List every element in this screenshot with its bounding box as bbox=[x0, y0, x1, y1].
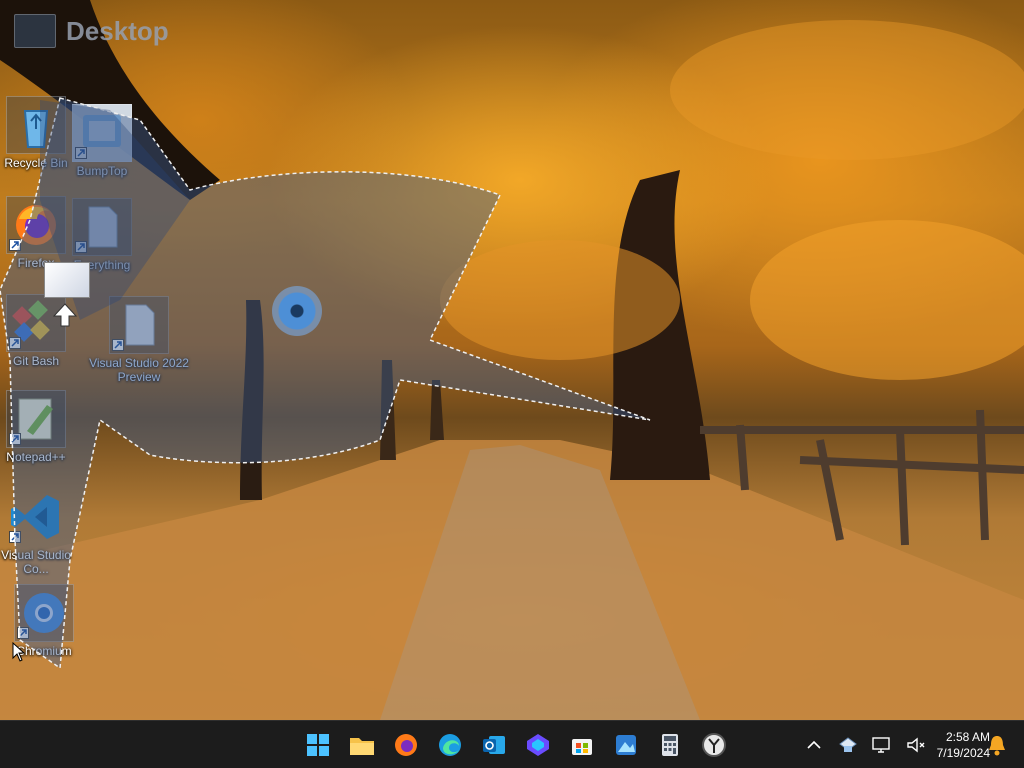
desktop-icon-recycle-bin[interactable]: Recycle Bin bbox=[0, 96, 72, 170]
copilot-icon bbox=[527, 734, 549, 756]
shortcut-arrow-icon bbox=[9, 433, 21, 445]
taskbar-copilot[interactable] bbox=[520, 727, 556, 763]
desktop-header: Desktop bbox=[14, 14, 169, 48]
taskbar-clock[interactable]: 2:58 AM 7/19/2024 bbox=[918, 729, 990, 761]
shortcut-arrow-icon bbox=[75, 241, 87, 253]
dragged-items-stack-icon bbox=[44, 262, 90, 298]
icon-label: Recycle Bin bbox=[4, 156, 68, 170]
shortcut-arrow-icon bbox=[75, 147, 87, 159]
icon-label: Visual Studio Co... bbox=[1, 548, 71, 576]
move-up-arrow-icon bbox=[52, 302, 78, 328]
store-icon bbox=[572, 739, 592, 755]
tray-app-icon[interactable] bbox=[834, 731, 862, 759]
shortcut-arrow-icon bbox=[9, 531, 21, 543]
taskbar: 2:58 AM 7/19/2024 bbox=[0, 720, 1024, 768]
show-hidden-icons-chevron-up-icon[interactable] bbox=[800, 731, 828, 759]
icon-label: Visual Studio 2022 Preview bbox=[89, 356, 189, 384]
network-icon[interactable] bbox=[868, 731, 896, 759]
shortcut-arrow-icon bbox=[9, 337, 21, 349]
notification-bell-icon[interactable] bbox=[986, 733, 1008, 757]
firefox-icon bbox=[395, 734, 417, 756]
taskbar-edge[interactable] bbox=[432, 727, 468, 763]
desktop-icon-bumptop[interactable]: BumpTop bbox=[66, 104, 138, 178]
shortcut-arrow-icon bbox=[112, 339, 124, 351]
taskbar-photos[interactable] bbox=[608, 727, 644, 763]
desktop-icon-visual-studio-code[interactable]: Visual Studio Co... bbox=[0, 488, 72, 576]
desktop-icon-notepad-plus-plus[interactable]: Notepad++ bbox=[0, 390, 72, 464]
desktop-icon-firefox[interactable]: Firefox bbox=[0, 196, 72, 270]
windows-logo-icon bbox=[307, 734, 329, 756]
lasso-drag-handle[interactable] bbox=[272, 286, 322, 336]
recycle-bin-icon bbox=[6, 96, 66, 154]
desktop-folder-icon bbox=[14, 14, 56, 48]
clock-date: 7/19/2024 bbox=[936, 746, 990, 760]
taskbar-apps bbox=[300, 727, 732, 763]
desktop-icon-visual-studio-2022-preview[interactable]: Visual Studio 2022 Preview bbox=[84, 296, 194, 384]
taskbar-outlook[interactable] bbox=[476, 727, 512, 763]
shortcut-arrow-icon bbox=[9, 239, 21, 251]
notepad-plus-plus-icon bbox=[6, 390, 66, 448]
taskbar-microsoft-store[interactable] bbox=[564, 727, 600, 763]
edge-icon bbox=[439, 734, 461, 756]
chromium-icon bbox=[14, 584, 74, 642]
taskbar-firefox[interactable] bbox=[388, 727, 424, 763]
vscode-icon bbox=[6, 488, 66, 546]
icon-label: Notepad++ bbox=[6, 450, 66, 464]
outlook-icon bbox=[483, 736, 505, 754]
icon-label: BumpTop bbox=[76, 164, 128, 178]
calculator-icon bbox=[662, 734, 678, 756]
start-button[interactable] bbox=[300, 727, 336, 763]
bumptop-icon bbox=[72, 104, 132, 162]
icon-label: Git Bash bbox=[12, 354, 60, 368]
shortcut-arrow-icon bbox=[17, 627, 29, 639]
taskbar-file-explorer[interactable] bbox=[344, 727, 380, 763]
visual-studio-preview-icon bbox=[109, 296, 169, 354]
mouse-cursor-icon bbox=[12, 641, 26, 662]
system-tray bbox=[800, 727, 930, 763]
taskbar-clock-app[interactable] bbox=[696, 727, 732, 763]
clock-app-icon bbox=[702, 733, 726, 757]
desktop-icon-everything[interactable]: Everything bbox=[66, 198, 138, 272]
firefox-icon bbox=[6, 196, 66, 254]
taskbar-calculator[interactable] bbox=[652, 727, 688, 763]
desktop-label: Desktop bbox=[66, 15, 169, 46]
folder-icon bbox=[350, 738, 374, 755]
everything-icon bbox=[72, 198, 132, 256]
clock-time: 2:58 AM bbox=[945, 730, 990, 744]
photos-icon bbox=[616, 735, 636, 755]
